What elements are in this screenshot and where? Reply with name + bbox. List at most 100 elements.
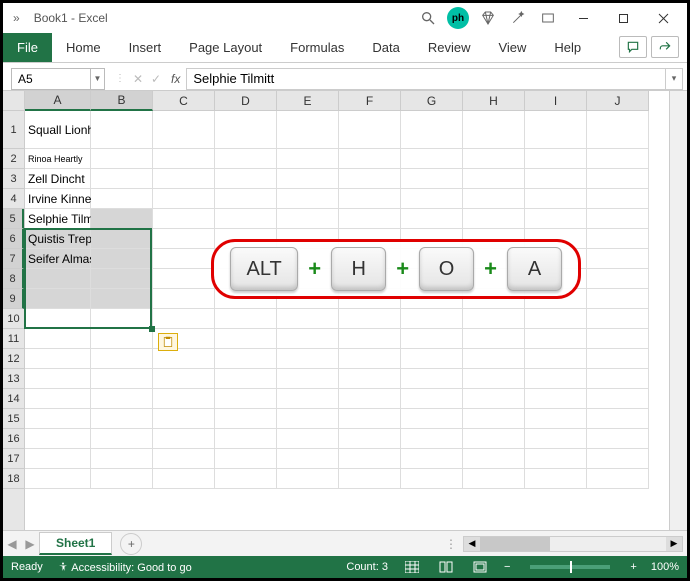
- sheet-nav-next[interactable]: ▶: [21, 537, 39, 551]
- rowhdr-7[interactable]: 7: [3, 249, 24, 269]
- hscroll-thumb[interactable]: [480, 537, 550, 551]
- account-badge-icon[interactable]: ph: [445, 7, 471, 29]
- tab-file[interactable]: File: [3, 33, 52, 62]
- select-all-corner[interactable]: [3, 91, 25, 111]
- cell-A2[interactable]: Rinoa Heartly: [25, 149, 91, 169]
- view-page-break-icon[interactable]: [470, 559, 490, 575]
- sheet-nav-prev[interactable]: ◀: [3, 537, 21, 551]
- rowhdr-8[interactable]: 8: [3, 269, 24, 289]
- minimize-button[interactable]: [563, 4, 603, 32]
- selection-fill-handle[interactable]: [149, 326, 155, 332]
- add-sheet-button[interactable]: +: [120, 533, 142, 555]
- cell-A6[interactable]: Quistis Trepe: [25, 229, 91, 249]
- sheet-tab-active[interactable]: Sheet1: [39, 532, 112, 555]
- rowhdr-16[interactable]: 16: [3, 429, 24, 449]
- colhdr-H[interactable]: H: [463, 91, 525, 111]
- horizontal-scrollbar[interactable]: ◀ ▶: [463, 536, 683, 552]
- fx-label[interactable]: fx: [171, 72, 180, 86]
- comments-button[interactable]: [619, 36, 647, 58]
- wand-icon[interactable]: [505, 7, 531, 29]
- name-box[interactable]: A5: [11, 68, 91, 90]
- cell-C1[interactable]: [153, 111, 215, 149]
- rowhdr-5[interactable]: 5: [3, 209, 24, 229]
- zoom-out-button[interactable]: −: [504, 561, 510, 573]
- colhdr-A[interactable]: A: [25, 91, 91, 111]
- tab-help[interactable]: Help: [540, 33, 595, 62]
- zoom-slider[interactable]: [530, 565, 610, 569]
- grid-body[interactable]: Squall Lionheart Rinoa Heartly Zell Dinc…: [25, 111, 669, 530]
- rowhdr-14[interactable]: 14: [3, 389, 24, 409]
- cell-A1[interactable]: Squall Lionheart: [25, 111, 91, 149]
- view-normal-icon[interactable]: [402, 559, 422, 575]
- name-box-dropdown[interactable]: ▼: [91, 68, 105, 90]
- split-handle[interactable]: ⋮: [445, 537, 457, 551]
- tab-page-layout[interactable]: Page Layout: [175, 33, 276, 62]
- formula-input[interactable]: Selphie Tilmitt: [186, 68, 665, 90]
- key-h: H: [331, 247, 386, 291]
- cell-A4[interactable]: Irvine Kinneas: [25, 189, 91, 209]
- excel-window: » Book1 - Excel ph File Home Insert Page…: [0, 0, 690, 581]
- rowhdr-3[interactable]: 3: [3, 169, 24, 189]
- rowhdr-4[interactable]: 4: [3, 189, 24, 209]
- ribbon-display-icon[interactable]: [535, 7, 561, 29]
- rowhdr-2[interactable]: 2: [3, 149, 24, 169]
- key-alt: ALT: [230, 247, 298, 291]
- zoom-in-button[interactable]: +: [630, 561, 636, 573]
- hscroll-right[interactable]: ▶: [666, 537, 682, 551]
- accessibility-status[interactable]: Accessibility: Good to go: [57, 561, 192, 574]
- rowhdr-15[interactable]: 15: [3, 409, 24, 429]
- paste-options-button[interactable]: [158, 333, 178, 351]
- fx-cancel-icon[interactable]: ✕: [129, 72, 147, 86]
- maximize-button[interactable]: [603, 4, 643, 32]
- tab-view[interactable]: View: [484, 33, 540, 62]
- cell-A5[interactable]: Selphie Tilmitt: [25, 209, 91, 229]
- cell-B7[interactable]: [91, 249, 153, 269]
- cell-B9[interactable]: [91, 289, 153, 309]
- qat-overflow-icon[interactable]: »: [7, 11, 26, 25]
- tab-home[interactable]: Home: [52, 33, 115, 62]
- tab-review[interactable]: Review: [414, 33, 485, 62]
- colhdr-D[interactable]: D: [215, 91, 277, 111]
- rowhdr-18[interactable]: 18: [3, 469, 24, 489]
- key-a: A: [507, 247, 562, 291]
- cell-B6[interactable]: [91, 229, 153, 249]
- rowhdr-12[interactable]: 12: [3, 349, 24, 369]
- rowhdr-11[interactable]: 11: [3, 329, 24, 349]
- colhdr-E[interactable]: E: [277, 91, 339, 111]
- search-icon[interactable]: [415, 7, 441, 29]
- colhdr-B[interactable]: B: [91, 91, 153, 111]
- ribbon-tabs: File Home Insert Page Layout Formulas Da…: [3, 33, 687, 63]
- rowhdr-6[interactable]: 6: [3, 229, 24, 249]
- colhdr-G[interactable]: G: [401, 91, 463, 111]
- cell-B8[interactable]: [91, 269, 153, 289]
- cell-B1[interactable]: [91, 111, 153, 149]
- vertical-scrollbar[interactable]: [669, 91, 687, 530]
- rowhdr-9[interactable]: 9: [3, 289, 24, 309]
- formula-bar-expand[interactable]: ▾: [665, 68, 683, 90]
- colhdr-F[interactable]: F: [339, 91, 401, 111]
- close-button[interactable]: [643, 4, 683, 32]
- hscroll-left[interactable]: ◀: [464, 537, 480, 551]
- cell-A8[interactable]: [25, 269, 91, 289]
- key-o: O: [419, 247, 474, 291]
- rowhdr-17[interactable]: 17: [3, 449, 24, 469]
- colhdr-I[interactable]: I: [525, 91, 587, 111]
- tab-insert[interactable]: Insert: [115, 33, 176, 62]
- plus-icon: +: [396, 256, 409, 282]
- diamond-icon[interactable]: [475, 7, 501, 29]
- share-button[interactable]: [651, 36, 679, 58]
- zoom-level[interactable]: 100%: [651, 561, 679, 573]
- rowhdr-1[interactable]: 1: [3, 111, 24, 149]
- view-page-layout-icon[interactable]: [436, 559, 456, 575]
- tab-data[interactable]: Data: [358, 33, 413, 62]
- cell-A7[interactable]: Seifer Almasy: [25, 249, 91, 269]
- colhdr-J[interactable]: J: [587, 91, 649, 111]
- rowhdr-13[interactable]: 13: [3, 369, 24, 389]
- cell-A9[interactable]: [25, 289, 91, 309]
- colhdr-C[interactable]: C: [153, 91, 215, 111]
- fx-enter-icon[interactable]: ✓: [147, 72, 165, 86]
- cell-B5[interactable]: [91, 209, 153, 229]
- cell-A3[interactable]: Zell Dincht: [25, 169, 91, 189]
- rowhdr-10[interactable]: 10: [3, 309, 24, 329]
- tab-formulas[interactable]: Formulas: [276, 33, 358, 62]
